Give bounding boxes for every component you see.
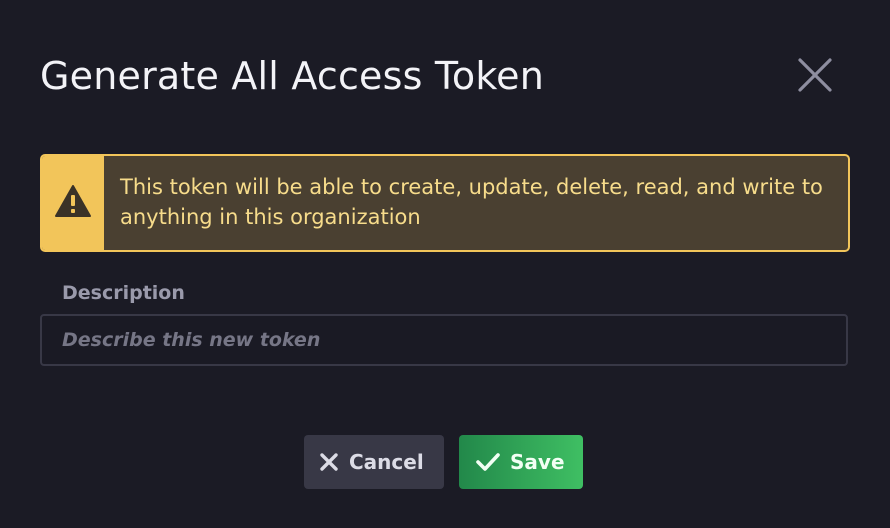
alert-message: This token will be able to create, updat… (120, 175, 823, 229)
alert-icon-panel (42, 156, 104, 250)
warning-alert: This token will be able to create, updat… (40, 154, 850, 252)
dialog-title: Generate All Access Token (40, 54, 545, 98)
warning-icon (54, 184, 92, 222)
checkmark-icon (475, 451, 501, 473)
save-button[interactable]: Save (459, 435, 583, 489)
close-icon (794, 54, 836, 96)
x-icon (318, 451, 340, 473)
save-label: Save (510, 450, 565, 474)
description-label: Description (62, 282, 185, 304)
cancel-button[interactable]: Cancel (304, 435, 444, 489)
cancel-label: Cancel (349, 450, 424, 474)
description-input[interactable] (40, 314, 848, 366)
generate-token-dialog: Generate All Access Token This token wil… (0, 0, 890, 528)
close-button[interactable] (794, 54, 836, 96)
